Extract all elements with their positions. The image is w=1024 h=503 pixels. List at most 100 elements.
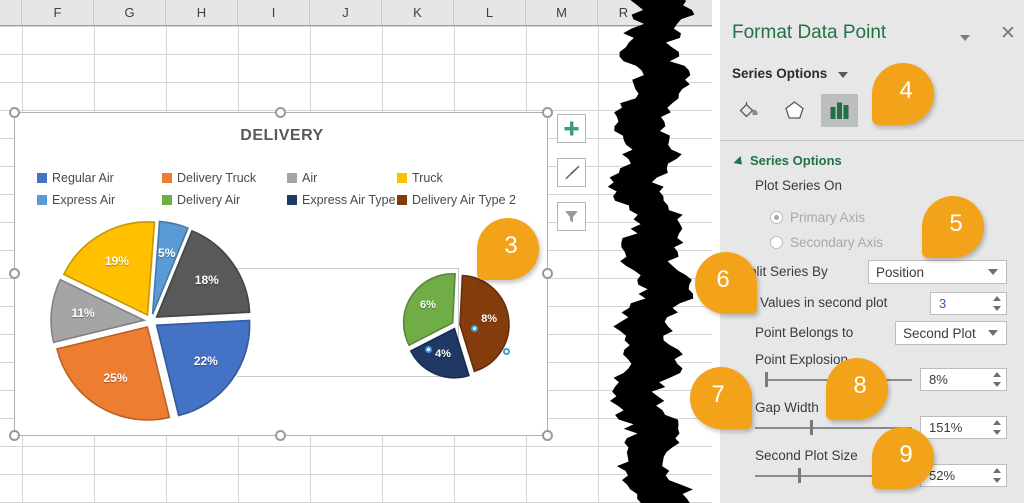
chart-resize-handle-e[interactable] xyxy=(542,268,553,279)
chart-resize-handle-w[interactable] xyxy=(9,268,20,279)
stepper-arrows[interactable] xyxy=(993,417,1001,438)
chart-resize-handle-s[interactable] xyxy=(275,430,286,441)
column-header-K[interactable]: K xyxy=(382,0,454,25)
legend-swatch xyxy=(37,173,47,183)
secondary-axis-label[interactable]: Secondary Axis xyxy=(790,235,883,250)
gap-width-slider-thumb[interactable] xyxy=(810,420,813,435)
split-series-by-value: Position xyxy=(876,264,925,280)
series-options-dropdown-caret[interactable] xyxy=(838,72,848,78)
grid-line-horizontal xyxy=(0,474,712,475)
chart-legend[interactable]: Regular Air Delivery Truck Air Truck Express… xyxy=(37,167,537,211)
column-header-R[interactable]: R xyxy=(598,0,650,25)
section-collapse-icon[interactable] xyxy=(733,155,746,169)
pie-slice-delivery-truck[interactable] xyxy=(56,326,171,421)
chevron-down-icon xyxy=(988,330,998,336)
legend-label: Regular Air xyxy=(52,171,114,185)
legend-label: Delivery Truck xyxy=(177,171,257,185)
legend-item-express-air-type-2[interactable]: Express Air Type 2 xyxy=(287,189,406,211)
chart-title[interactable]: DELIVERY xyxy=(15,127,549,145)
column-header-M[interactable]: M xyxy=(526,0,598,25)
data-point-handle[interactable] xyxy=(425,346,432,353)
pie-slice-delivery-air-type-2[interactable] xyxy=(459,274,510,373)
split-series-by-select[interactable]: Position xyxy=(868,260,1007,284)
primary-axis-label[interactable]: Primary Axis xyxy=(790,210,865,225)
funnel-icon xyxy=(565,211,578,223)
stepper-down-icon[interactable] xyxy=(993,306,1001,311)
chart-resize-handle-nw[interactable] xyxy=(9,107,20,118)
point-belongs-to-label: Point Belongs to xyxy=(755,325,854,340)
data-point-handle[interactable] xyxy=(503,348,510,355)
legend-item-truck[interactable]: Truck xyxy=(397,167,443,189)
callout-number: 6 xyxy=(716,266,730,293)
chart-elements-button[interactable] xyxy=(557,114,586,143)
values-in-second-plot-label: Values in second plot xyxy=(760,295,888,310)
series-options-section-header[interactable]: Series Options xyxy=(750,153,842,168)
callout-5: 5 xyxy=(922,196,984,258)
column-header-H[interactable]: H xyxy=(166,0,238,25)
main-pie-plot[interactable] xyxy=(41,211,267,437)
legend-label: Delivery Air Type 2 xyxy=(412,193,516,207)
chart-resize-handle-sw[interactable] xyxy=(9,430,20,441)
paint-bucket-icon xyxy=(739,101,758,118)
second-pie-plot[interactable] xyxy=(397,266,515,384)
stepper-up-icon[interactable] xyxy=(993,296,1001,301)
grid-line-horizontal xyxy=(0,82,712,83)
secondary-axis-radio[interactable] xyxy=(770,236,783,249)
stepper-down-icon[interactable] xyxy=(993,478,1001,483)
second-plot-size-slider-thumb[interactable] xyxy=(798,468,801,483)
chart-resize-handle-ne[interactable] xyxy=(542,107,553,118)
series-options-dropdown[interactable]: Series Options xyxy=(732,66,827,81)
point-belongs-to-select[interactable]: Second Plot xyxy=(895,321,1007,345)
pie-slice-regular-air[interactable] xyxy=(155,319,251,417)
chart-resize-handle-se[interactable] xyxy=(542,430,553,441)
legend-item-delivery-air[interactable]: Delivery Air xyxy=(162,189,240,211)
legend-item-air[interactable]: Air xyxy=(287,167,317,189)
pane-tab-separator xyxy=(720,140,1024,141)
stepper-down-icon[interactable] xyxy=(993,382,1001,387)
stepper-down-icon[interactable] xyxy=(993,430,1001,435)
legend-label: Express Air xyxy=(52,193,116,207)
select-all-corner[interactable] xyxy=(0,0,22,25)
legend-item-regular-air[interactable]: Regular Air xyxy=(37,167,114,189)
data-point-handle[interactable] xyxy=(471,325,478,332)
legend-item-delivery-air-type-2[interactable]: Delivery Air Type 2 xyxy=(397,189,516,211)
column-header-L[interactable]: L xyxy=(454,0,526,25)
stepper-arrows[interactable] xyxy=(993,293,1001,314)
legend-item-express-air[interactable]: Express Air xyxy=(37,189,115,211)
grid-line-horizontal xyxy=(0,54,712,55)
bar-chart-icon xyxy=(830,102,849,119)
second-plot-size-label: Second Plot Size xyxy=(755,448,858,463)
stepper-up-icon[interactable] xyxy=(993,372,1001,377)
callout-number: 9 xyxy=(899,441,913,468)
pane-close-button[interactable]: ✕ xyxy=(997,24,1019,46)
column-header-J[interactable]: J xyxy=(310,0,382,25)
paintbrush-icon xyxy=(564,165,579,180)
chart-styles-button[interactable] xyxy=(557,158,586,187)
callout-number: 8 xyxy=(853,372,867,399)
legend-swatch xyxy=(397,173,407,183)
pane-menu-button[interactable] xyxy=(954,27,976,49)
plot-series-on-label: Plot Series On xyxy=(755,178,843,193)
point-explosion-field[interactable]: 8% xyxy=(920,368,1007,391)
close-icon: ✕ xyxy=(1000,23,1016,44)
values-in-second-plot-stepper[interactable]: 3 xyxy=(930,292,1007,315)
legend-swatch xyxy=(162,195,172,205)
grid-line-horizontal xyxy=(0,446,712,447)
stepper-arrows[interactable] xyxy=(993,369,1001,390)
chart-object[interactable]: DELIVERY Regular Air Delivery Truck Air Tru… xyxy=(14,112,548,436)
column-header-I[interactable]: I xyxy=(238,0,310,25)
stepper-arrows[interactable] xyxy=(993,465,1001,486)
column-header-F[interactable]: F xyxy=(22,0,94,25)
stepper-up-icon[interactable] xyxy=(993,468,1001,473)
chart-resize-handle-n[interactable] xyxy=(275,107,286,118)
column-header-G[interactable]: G xyxy=(94,0,166,25)
legend-item-delivery-truck[interactable]: Delivery Truck xyxy=(162,167,256,189)
series-options-tab[interactable] xyxy=(821,94,858,127)
chart-filters-button[interactable] xyxy=(557,202,586,231)
point-explosion-slider-thumb[interactable] xyxy=(765,372,768,387)
active-tab-caret xyxy=(829,133,843,140)
stepper-up-icon[interactable] xyxy=(993,420,1001,425)
effects-tab[interactable] xyxy=(776,94,813,127)
fill-line-tab[interactable] xyxy=(731,94,768,127)
primary-axis-radio[interactable] xyxy=(770,211,783,224)
